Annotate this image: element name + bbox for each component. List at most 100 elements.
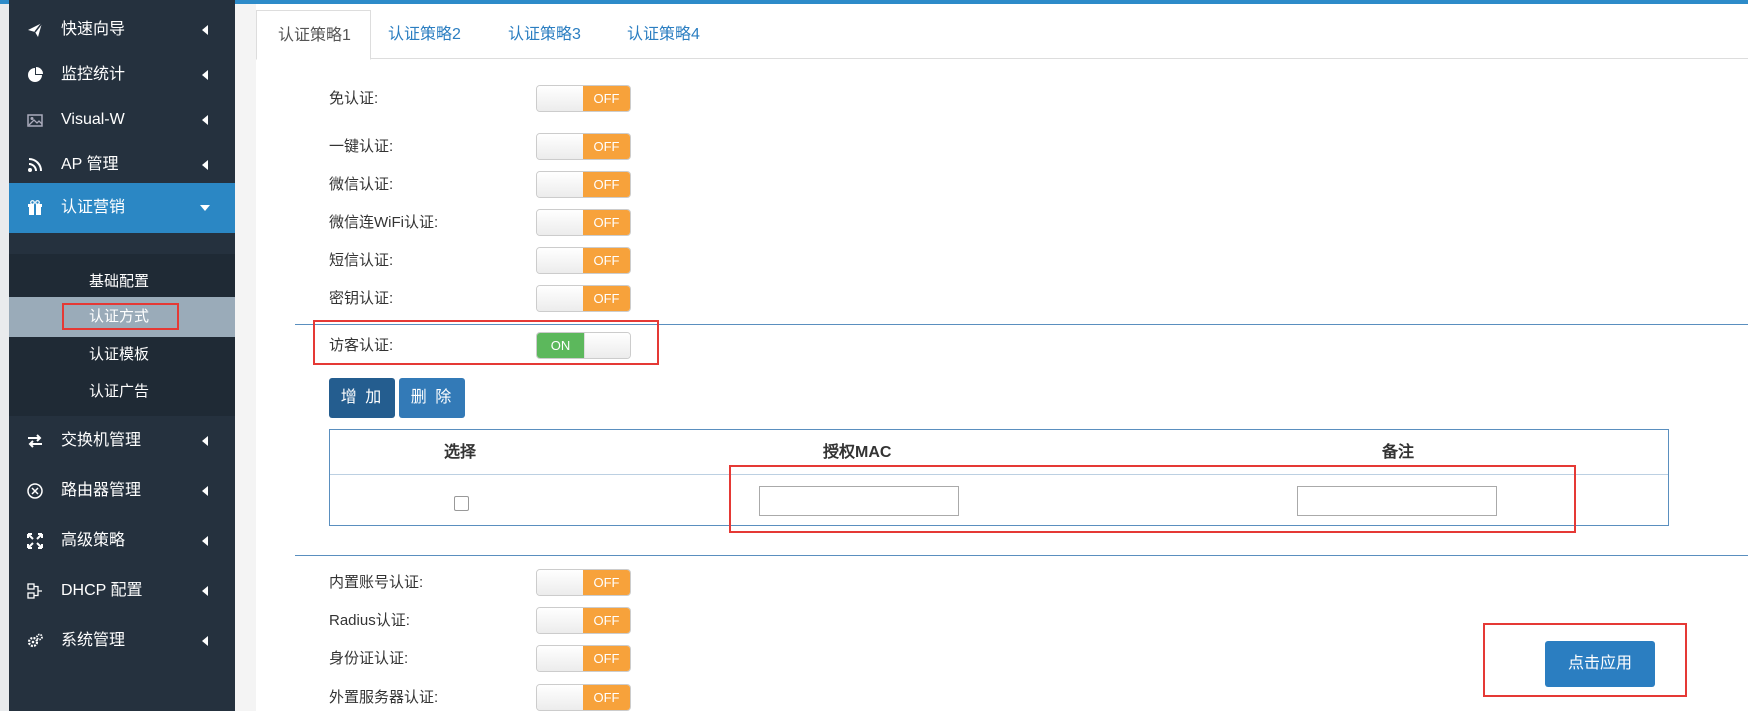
sms-auth-toggle[interactable]: OFF xyxy=(536,247,631,274)
submenu-item-label: 基础配置 xyxy=(89,273,150,290)
builtin-account-auth-label: 内置账号认证: xyxy=(329,574,424,591)
toggle-state: OFF xyxy=(583,286,630,311)
sitemap-icon xyxy=(27,583,43,599)
sidebar-item-label: 高级策略 xyxy=(61,532,126,549)
one-key-auth-toggle[interactable]: OFF xyxy=(536,133,631,160)
arrows-icon xyxy=(27,533,43,549)
add-button[interactable]: 增 加 xyxy=(329,378,395,418)
sidebar-item-quick-guide[interactable]: 快速向导 xyxy=(9,5,235,55)
tab-policy-3[interactable]: 认证策略3 xyxy=(494,10,610,58)
sidebar-item-dhcp-config[interactable]: DHCP 配置 xyxy=(9,566,235,616)
section-divider xyxy=(295,324,1748,325)
caret-left-icon xyxy=(202,586,208,596)
toggle-knob xyxy=(537,286,585,311)
image-icon xyxy=(27,112,43,128)
toggle-knob xyxy=(584,333,630,358)
wechat-wifi-auth-toggle[interactable]: OFF xyxy=(536,209,631,236)
caret-left-icon xyxy=(202,436,208,446)
sidebar: 快速向导 监控统计 Visual-W AP 管理 认证营销 基础配置 认证方式 … xyxy=(9,0,235,711)
toggle-state: OFF xyxy=(583,210,630,235)
toggle-state: OFF xyxy=(583,134,630,159)
sidebar-item-advanced-policy[interactable]: 高级策略 xyxy=(9,516,235,566)
toggle-knob xyxy=(537,172,585,197)
sidebar-item-auth-marketing[interactable]: 认证营销 xyxy=(9,183,235,233)
column-header-note: 备注 xyxy=(1382,444,1415,461)
id-card-auth-label: 身份证认证: xyxy=(329,650,409,667)
submenu-item-auth-ads[interactable]: 认证广告 xyxy=(9,372,235,412)
caret-left-icon xyxy=(202,70,208,80)
submenu-item-auth-template[interactable]: 认证模板 xyxy=(9,335,235,375)
toggle-state: OFF xyxy=(583,685,630,710)
pie-chart-icon xyxy=(27,67,43,83)
tab-label: 认证策略4 xyxy=(627,26,700,43)
guest-auth-toggle[interactable]: ON xyxy=(536,332,631,359)
gears-icon xyxy=(27,633,43,649)
sidebar-item-system-management[interactable]: 系统管理 xyxy=(9,616,235,666)
caret-left-icon xyxy=(202,536,208,546)
caret-down-icon xyxy=(200,205,210,211)
sidebar-item-label: 认证营销 xyxy=(61,199,126,216)
caret-left-icon xyxy=(202,115,208,125)
note-input[interactable] xyxy=(1297,486,1497,516)
router-icon xyxy=(27,483,43,499)
caret-left-icon xyxy=(202,636,208,646)
gift-icon xyxy=(27,200,43,216)
sidebar-item-label: DHCP 配置 xyxy=(61,582,143,599)
tab-label: 认证策略1 xyxy=(278,27,351,44)
paper-plane-icon xyxy=(27,22,43,38)
toggle-state: ON xyxy=(537,333,584,358)
id-card-auth-toggle[interactable]: OFF xyxy=(536,645,631,672)
submenu-item-auth-method[interactable]: 认证方式 xyxy=(9,297,235,337)
radius-auth-toggle[interactable]: OFF xyxy=(536,607,631,634)
one-key-auth-label: 一键认证: xyxy=(329,138,394,155)
submenu-item-label: 认证模板 xyxy=(89,346,150,363)
toggle-state: OFF xyxy=(583,86,630,111)
toggle-knob xyxy=(537,570,585,595)
submenu-item-label: 认证方式 xyxy=(89,308,150,325)
column-header-select: 选择 xyxy=(444,444,477,461)
submenu-auth-marketing: 基础配置 认证方式 认证模板 认证广告 xyxy=(9,254,235,416)
sidebar-item-router-management[interactable]: 路由器管理 xyxy=(9,466,235,516)
sidebar-item-label: 路由器管理 xyxy=(61,482,142,499)
sidebar-item-visual-w[interactable]: Visual-W xyxy=(9,95,235,145)
builtin-account-auth-toggle[interactable]: OFF xyxy=(536,569,631,596)
caret-left-icon xyxy=(202,25,208,35)
key-auth-label: 密钥认证: xyxy=(329,290,394,307)
sidebar-item-label: 监控统计 xyxy=(61,66,126,83)
sidebar-item-monitoring[interactable]: 监控统计 xyxy=(9,50,235,100)
guest-mac-table: 选择 授权MAC 备注 xyxy=(329,429,1669,526)
tab-policy-1[interactable]: 认证策略1 xyxy=(256,10,371,60)
toggle-state: OFF xyxy=(583,248,630,273)
wechat-wifi-auth-label: 微信连WiFi认证: xyxy=(329,214,439,231)
toggle-state: OFF xyxy=(583,608,630,633)
apply-button[interactable]: 点击应用 xyxy=(1545,641,1655,687)
external-server-auth-toggle[interactable]: OFF xyxy=(536,684,631,711)
sidebar-item-switch-management[interactable]: 交换机管理 xyxy=(9,416,235,466)
key-auth-toggle[interactable]: OFF xyxy=(536,285,631,312)
main-content: 认证策略1 认证策略2 认证策略3 认证策略4 免认证: OFF 一键认证: O… xyxy=(256,4,1748,711)
guest-auth-label: 访客认证: xyxy=(329,337,394,354)
caret-left-icon xyxy=(202,160,208,170)
tab-label: 认证策略2 xyxy=(388,26,461,43)
tab-policy-2[interactable]: 认证策略2 xyxy=(374,10,490,58)
tab-label: 认证策略3 xyxy=(508,26,581,43)
sidebar-item-label: 交换机管理 xyxy=(61,432,142,449)
wechat-auth-toggle[interactable]: OFF xyxy=(536,171,631,198)
free-auth-label: 免认证: xyxy=(329,90,379,107)
toggle-knob xyxy=(537,134,585,159)
mac-input[interactable] xyxy=(759,486,959,516)
delete-button[interactable]: 删 除 xyxy=(399,378,465,418)
toggle-state: OFF xyxy=(583,172,630,197)
tab-policy-4[interactable]: 认证策略4 xyxy=(613,10,729,58)
toggle-knob xyxy=(537,248,585,273)
rss-icon xyxy=(27,157,43,173)
submenu-item-basic-config[interactable]: 基础配置 xyxy=(9,262,235,302)
left-edge-strip xyxy=(0,4,9,711)
section-divider xyxy=(295,555,1748,556)
sidebar-item-label: Visual-W xyxy=(61,111,125,128)
free-auth-toggle[interactable]: OFF xyxy=(536,85,631,112)
toggle-knob xyxy=(537,685,585,710)
toggle-state: OFF xyxy=(583,646,630,671)
tab-bar: 认证策略1 认证策略2 认证策略3 认证策略4 xyxy=(256,4,1748,60)
row-select-checkbox[interactable] xyxy=(454,496,469,511)
